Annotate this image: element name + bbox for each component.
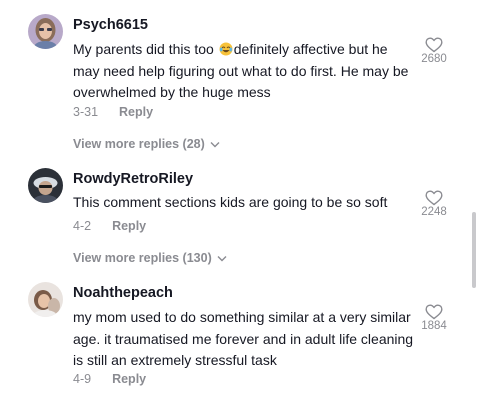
like-count: 1884 <box>421 320 447 332</box>
comment-username[interactable]: RowdyRetroRiley <box>73 171 193 187</box>
heart-outline-icon <box>425 304 443 320</box>
avatar[interactable] <box>28 14 63 49</box>
scrollbar-thumb[interactable] <box>472 212 476 288</box>
face-with-tears-of-joy-icon <box>219 42 233 56</box>
reply-button[interactable]: Reply <box>112 219 146 233</box>
comment-date: 4-9 <box>73 372 92 386</box>
avatar-image <box>28 14 63 49</box>
heart-outline-icon <box>425 190 443 206</box>
comment-text-part: My parents did this too <box>73 41 218 57</box>
view-more-replies-label: View more replies (130) <box>73 251 212 265</box>
comment-username[interactable]: Psych6615 <box>73 17 148 33</box>
reply-button[interactable]: Reply <box>119 105 153 119</box>
like-button[interactable]: 2248 <box>414 190 454 218</box>
comment-text: my mom used to do something similar at a… <box>73 309 414 368</box>
avatar[interactable] <box>28 282 63 317</box>
view-more-replies-button[interactable]: View more replies (130) <box>73 251 227 265</box>
comment-text: This comment sections kids are going to … <box>73 194 388 210</box>
heart-outline-icon <box>425 37 443 53</box>
chevron-down-icon <box>217 256 227 262</box>
comments-panel: Psych6615 My parents did this too defini… <box>0 0 479 400</box>
chevron-down-icon <box>210 142 220 148</box>
avatar-image <box>28 282 63 317</box>
reply-button[interactable]: Reply <box>112 372 146 386</box>
comment-date: 4-2 <box>73 219 92 233</box>
like-button[interactable]: 1884 <box>414 304 454 332</box>
comment-date: 3-31 <box>73 105 99 119</box>
like-count: 2248 <box>421 206 447 218</box>
comment-username[interactable]: Noahthepeach <box>73 285 173 301</box>
like-button[interactable]: 2680 <box>414 37 454 65</box>
view-more-replies-button[interactable]: View more replies (28) <box>73 137 220 151</box>
comment-meta: 3-31 Reply <box>73 105 153 119</box>
comment-meta: 4-9 Reply <box>73 372 146 386</box>
like-count: 2680 <box>421 53 447 65</box>
avatar-image <box>28 168 63 203</box>
avatar[interactable] <box>28 168 63 203</box>
comment-meta: 4-2 Reply <box>73 219 146 233</box>
view-more-replies-label: View more replies (28) <box>73 137 205 151</box>
comment-text: My parents did this too definitely affec… <box>73 39 415 104</box>
